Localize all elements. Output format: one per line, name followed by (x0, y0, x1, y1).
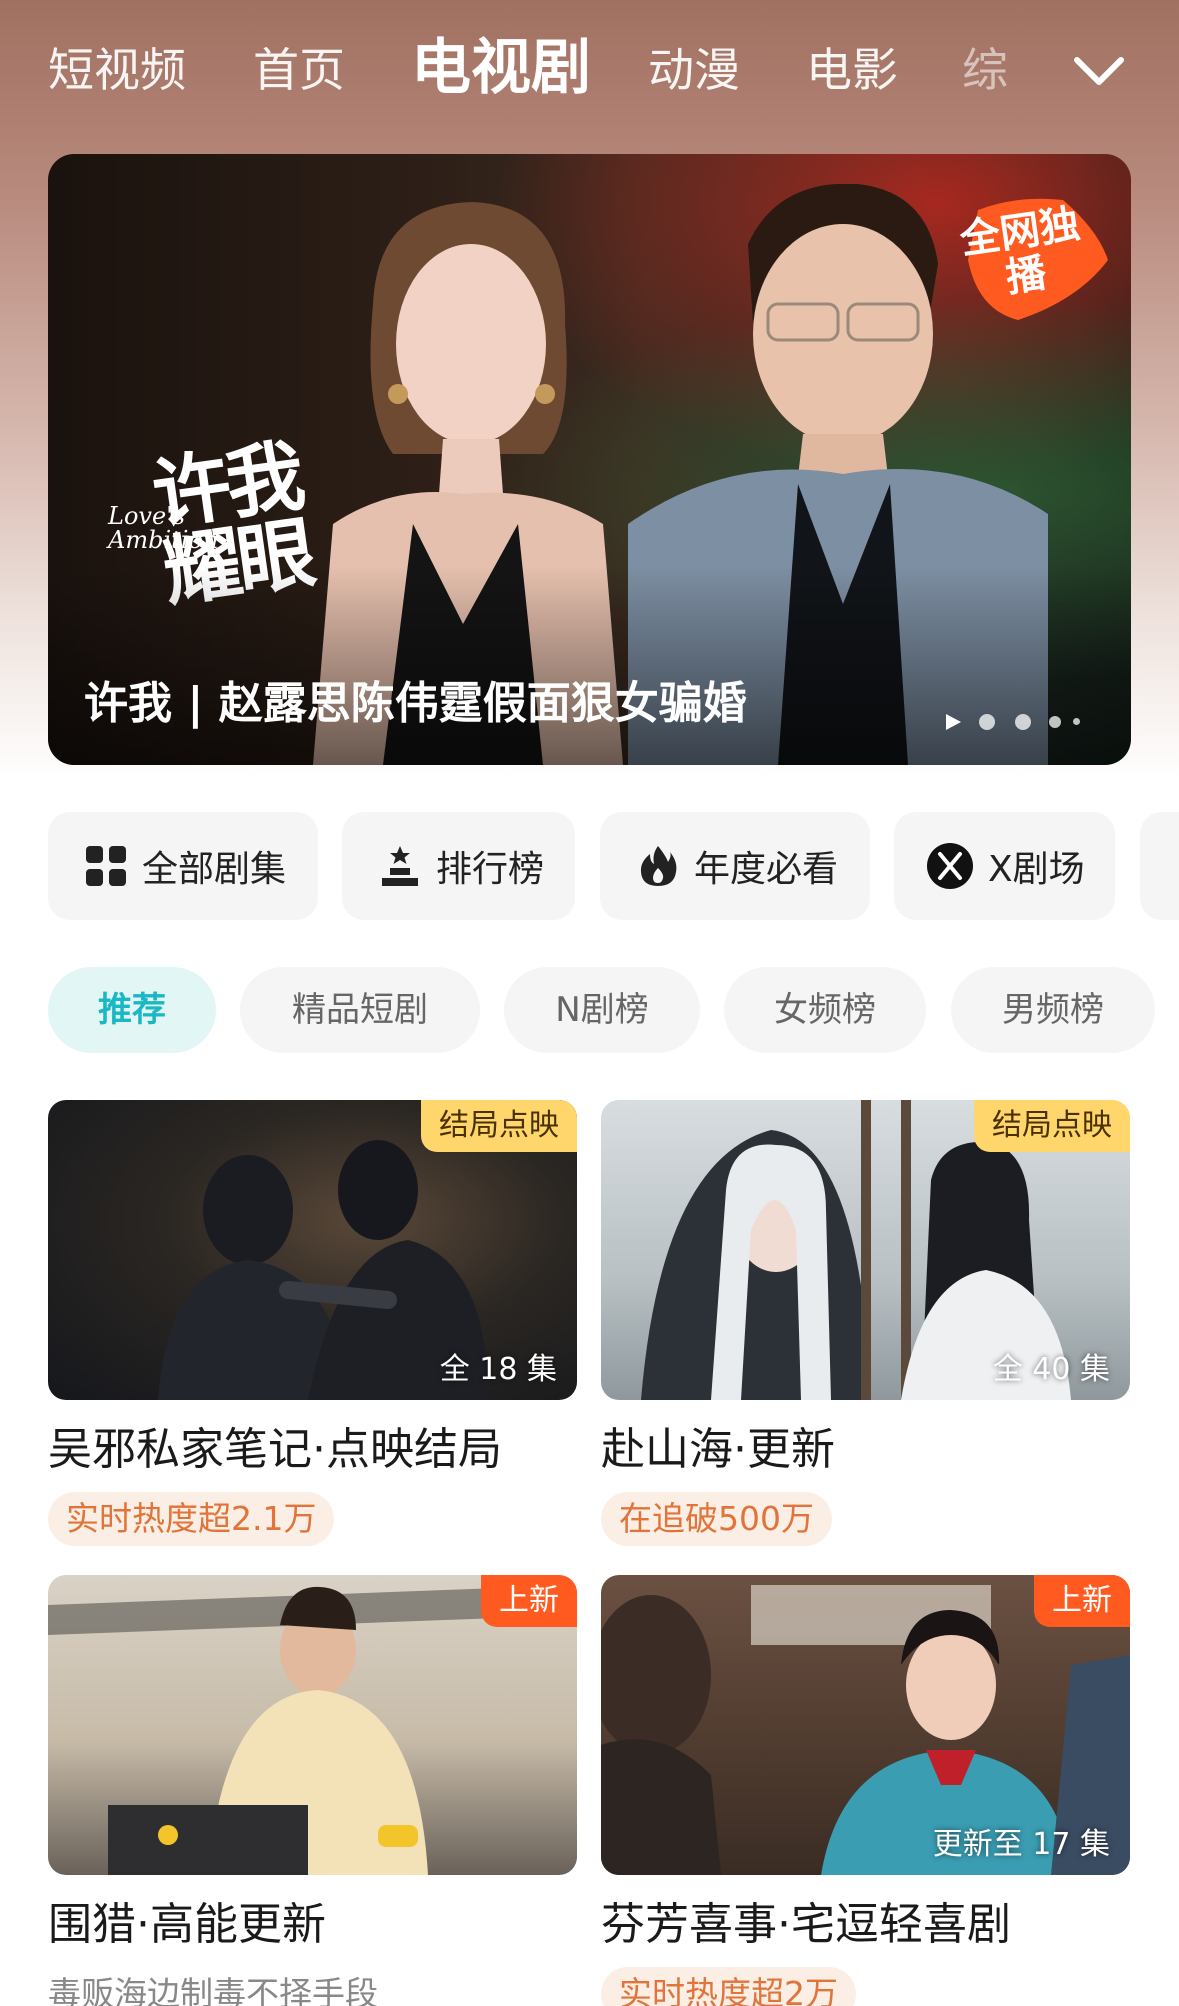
show-card[interactable]: 上新 更新至 17 集 芬芳喜事·宅逗轻喜剧 实时热度超2万 (601, 1575, 1130, 2006)
episode-count: 全 18 集 (439, 1352, 557, 1387)
nav-tab-home[interactable]: 首页 (253, 40, 345, 100)
show-title: 芬芳喜事·宅逗轻喜剧 (601, 1899, 1011, 1950)
show-badge: 结局点映 (421, 1100, 577, 1152)
show-description: 毒贩海边制毒不择手段 (48, 1974, 378, 2006)
show-badge: 上新 (481, 1575, 577, 1627)
ranking-button[interactable]: 排行榜 (342, 812, 575, 920)
show-thumbnail: 结局点映 全 18 集 (48, 1100, 577, 1400)
show-thumbnail: 结局点映 全 40 集 (601, 1100, 1130, 1400)
show-badge: 上新 (1034, 1575, 1130, 1627)
carousel-dot[interactable] (979, 714, 995, 730)
show-card[interactable]: 结局点映 全 40 集 赴山海·更新 在追破500万 (601, 1100, 1130, 1550)
nav-tab-tv-series[interactable]: 电视剧 (411, 32, 591, 104)
episode-count: 全 40 集 (992, 1352, 1110, 1387)
show-heat-tag: 实时热度超2万 (601, 1967, 856, 2006)
show-title: 围猎·高能更新 (48, 1899, 326, 1950)
show-badge: 结局点映 (974, 1100, 1130, 1152)
yearly-must-watch-button[interactable]: 年度必看 (600, 812, 870, 920)
carousel-dot[interactable] (1049, 716, 1061, 728)
filter-chip-male-ranking[interactable]: 男频榜 (951, 967, 1155, 1053)
banner-caption: 许我 | 赵露思陈伟霆假面狠女骗婚 (84, 678, 747, 729)
grid-icon (86, 846, 126, 886)
carousel-dot[interactable] (1015, 714, 1031, 730)
show-thumbnail: 上新 (48, 1575, 577, 1875)
nav-tab-movie[interactable]: 电影 (806, 40, 898, 100)
all-series-button[interactable]: 全部剧集 (48, 812, 318, 920)
filter-chip-female-ranking[interactable]: 女频榜 (724, 967, 926, 1053)
more-shortcut-button[interactable] (1140, 812, 1179, 920)
carousel-dot[interactable] (1073, 718, 1080, 725)
show-card[interactable]: 上新 围猎·高能更新 毒贩海边制毒不择手段 (48, 1575, 577, 2006)
filter-chip-n-ranking[interactable]: N剧榜 (504, 967, 700, 1053)
nav-tab-short-video[interactable]: 短视频 (48, 40, 186, 100)
category-filter-row: 推荐 精品短剧 N剧榜 女频榜 男频榜 (0, 967, 1179, 1053)
nav-tab-anime[interactable]: 动漫 (648, 40, 740, 100)
show-heat-tag: 在追破500万 (601, 1492, 832, 1546)
exclusive-badge: 全网独播 (957, 190, 1108, 330)
filter-chip-short-drama[interactable]: 精品短剧 (240, 967, 480, 1053)
nav-tab-variety[interactable]: 综 (962, 40, 1012, 100)
show-thumbnail: 上新 更新至 17 集 (601, 1575, 1130, 1875)
hero-banner[interactable]: 许我耀眼 Love's Ambition 全网独播 许我 | 赵露思陈伟霆假面狠… (48, 154, 1131, 765)
play-indicator-icon (946, 714, 961, 730)
show-card[interactable]: 结局点映 全 18 集 吴邪私家笔记·点映结局 实时热度超2.1万 (48, 1100, 577, 1550)
show-title: 赴山海·更新 (601, 1424, 835, 1475)
shortcut-row: 全部剧集 排行榜 年度必看 X剧场 (0, 812, 1179, 920)
show-heat-tag: 实时热度超2.1万 (48, 1492, 335, 1546)
flame-icon (640, 846, 677, 886)
carousel-indicator[interactable] (943, 710, 1080, 734)
trophy-podium-icon (382, 846, 418, 886)
episode-count: 更新至 17 集 (932, 1827, 1110, 1862)
show-title: 吴邪私家笔记·点映结局 (48, 1424, 502, 1475)
top-nav: 短视频 首页 电视剧 动漫 电影 综 (0, 0, 1179, 140)
x-theater-button[interactable]: X剧场 (894, 812, 1115, 920)
x-theater-icon (927, 843, 973, 889)
chevron-down-icon[interactable] (1071, 46, 1127, 94)
filter-chip-recommended[interactable]: 推荐 (48, 967, 216, 1053)
